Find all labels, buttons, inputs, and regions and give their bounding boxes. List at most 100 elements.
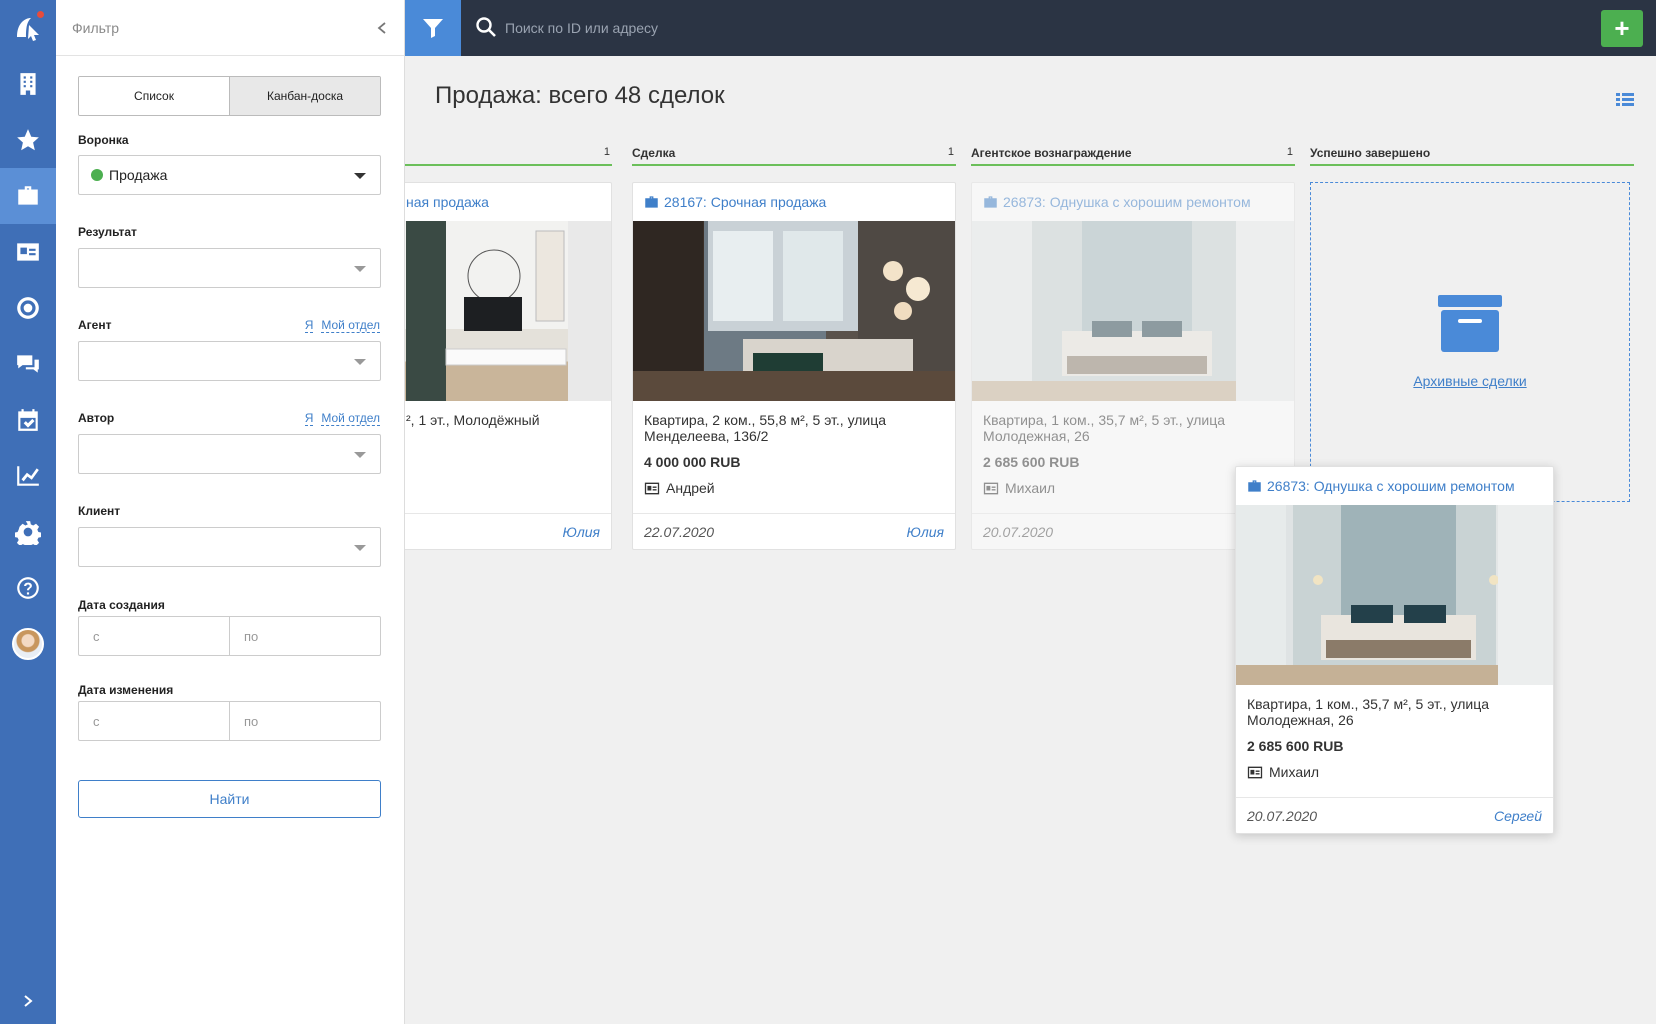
deal-title: 26873: Однушка с хорошим ремонтом xyxy=(1267,478,1515,494)
client-select[interactable] xyxy=(78,527,381,567)
top-bar: Поиск по ID или адресу + xyxy=(405,0,1656,56)
deal-footer: 22.07.2020 Юлия xyxy=(633,513,955,549)
add-deal-button[interactable]: + xyxy=(1601,10,1643,47)
agent-label: Агент xyxy=(78,318,112,332)
column-title: Сделка xyxy=(632,146,676,160)
result-label: Результат xyxy=(78,225,137,239)
filter-toggle-button[interactable] xyxy=(405,0,461,56)
created-date-label: Дата создания xyxy=(78,598,165,612)
user-avatar[interactable] xyxy=(0,616,56,672)
nav-goals[interactable] xyxy=(0,280,56,336)
chevron-down-icon xyxy=(354,452,366,458)
archive-deals-link[interactable]: Архивные сделки xyxy=(1413,373,1526,389)
deal-agent-name: Андрей xyxy=(666,480,715,496)
deal-title[interactable]: ная продажа xyxy=(405,183,611,221)
deal-title-row[interactable]: 28167: Срочная продажа xyxy=(633,183,955,221)
star-icon xyxy=(17,129,39,151)
briefcase-icon xyxy=(18,186,38,205)
target-icon xyxy=(17,297,39,319)
deal-title: 26873: Однушка с хорошим ремонтом xyxy=(1003,194,1251,210)
briefcase-icon xyxy=(984,196,997,208)
deal-address: ², 1 эт., Молодёжный xyxy=(406,412,540,428)
filter-title: Фильтр xyxy=(72,19,120,36)
author-me-link[interactable]: Я xyxy=(304,411,314,426)
search-input[interactable]: Поиск по ID или адресу xyxy=(505,16,1105,40)
nav-objects[interactable] xyxy=(0,56,56,112)
nav-help[interactable] xyxy=(0,560,56,616)
find-button[interactable]: Найти xyxy=(78,780,381,818)
nav-contacts[interactable] xyxy=(0,224,56,280)
deal-photo xyxy=(633,221,955,401)
deal-footer: Юлия xyxy=(405,513,611,549)
collapse-filter-icon[interactable] xyxy=(376,21,388,35)
author-label: Автор xyxy=(78,411,115,425)
funnel-label: Воронка xyxy=(78,133,129,147)
page-title: Продажа: всего 48 сделок xyxy=(435,82,725,109)
deal-price: 2 685 600 RUB xyxy=(1247,738,1344,754)
deal-footer: 20.07.2020 Сергей xyxy=(1236,797,1553,833)
agent-dept-link[interactable]: Мой отдел xyxy=(321,318,380,333)
deal-user[interactable]: Юлия xyxy=(563,524,600,540)
nav-rail xyxy=(0,0,56,1024)
agent-select[interactable] xyxy=(78,341,381,381)
deal-agent-name: Михаил xyxy=(1269,764,1320,780)
nav-settings[interactable] xyxy=(0,504,56,560)
deal-address: Квартира, 1 ком., 35,7 м², 5 эт., улица … xyxy=(983,412,1226,444)
deal-photo xyxy=(405,221,611,401)
deal-card[interactable]: ная продажа ², 1 эт., Молодёжный Юлия xyxy=(405,182,612,550)
nav-favorites[interactable] xyxy=(0,112,56,168)
list-view-icon[interactable] xyxy=(1616,92,1634,108)
room-photo-image xyxy=(972,221,1294,401)
deal-user[interactable]: Юлия xyxy=(907,524,944,540)
deal-user[interactable]: Сергей xyxy=(1494,808,1542,824)
app-logo[interactable] xyxy=(0,0,56,56)
deal-title: 28167: Срочная продажа xyxy=(664,194,827,210)
result-select[interactable] xyxy=(78,248,381,288)
expand-rail-button[interactable] xyxy=(0,994,56,1008)
nav-analytics[interactable] xyxy=(0,448,56,504)
author-dept-link[interactable]: Мой отдел xyxy=(321,411,380,426)
column-count: 1 xyxy=(1286,146,1293,158)
agent-quick-links: Я Мой отдел xyxy=(297,318,380,333)
chevron-right-icon xyxy=(24,995,33,1007)
agent-me-link[interactable]: Я xyxy=(304,318,314,333)
deal-date: 22.07.2020 xyxy=(644,523,715,540)
column-title: Успешно завершено xyxy=(1310,146,1431,160)
deal-photo xyxy=(1236,505,1553,685)
deal-card[interactable]: 28167: Срочная продажа Квартира, 2 ком.,… xyxy=(632,182,956,550)
room-photo-image xyxy=(1236,505,1553,685)
created-from-input[interactable]: с xyxy=(79,617,229,655)
created-to-input[interactable]: по xyxy=(229,617,380,655)
author-select[interactable] xyxy=(78,434,381,474)
changed-date-range: с по xyxy=(78,701,381,741)
deal-title-row[interactable]: 26873: Однушка с хорошим ремонтом xyxy=(1236,467,1553,505)
briefcase-icon xyxy=(645,196,658,208)
view-kanban-button[interactable]: Канбан-доска xyxy=(229,77,380,115)
view-list-button[interactable]: Список xyxy=(79,77,229,115)
nav-chat[interactable] xyxy=(0,336,56,392)
deal-date: 20.07.2020 xyxy=(1247,807,1318,824)
chevron-down-icon xyxy=(354,266,366,272)
changed-to-input[interactable]: по xyxy=(229,702,380,740)
deal-date: 20.07.2020 xyxy=(983,523,1054,540)
column-header: 1 xyxy=(405,146,612,166)
briefcase-icon xyxy=(1248,480,1261,492)
filter-header: Фильтр xyxy=(56,0,404,56)
chevron-down-icon xyxy=(354,173,366,179)
chart-icon xyxy=(17,466,39,486)
column-count: 1 xyxy=(947,146,954,158)
nav-tasks[interactable] xyxy=(0,392,56,448)
contact-card-icon xyxy=(983,482,999,494)
calendar-check-icon xyxy=(18,409,38,431)
client-label: Клиент xyxy=(78,504,121,518)
room-photo-image xyxy=(633,221,955,401)
help-icon xyxy=(17,577,39,599)
funnel-select[interactable]: Продажа xyxy=(78,155,381,195)
funnel-icon xyxy=(423,19,443,38)
dragged-deal-card[interactable]: 26873: Однушка с хорошим ремонтом Кварти… xyxy=(1235,466,1554,834)
nav-deals[interactable] xyxy=(0,168,56,224)
deal-title-row[interactable]: 26873: Однушка с хорошим ремонтом xyxy=(972,183,1294,221)
changed-date-label: Дата изменения xyxy=(78,683,174,697)
archive-drop-zone[interactable]: Архивные сделки xyxy=(1310,182,1630,502)
changed-from-input[interactable]: с xyxy=(79,702,229,740)
